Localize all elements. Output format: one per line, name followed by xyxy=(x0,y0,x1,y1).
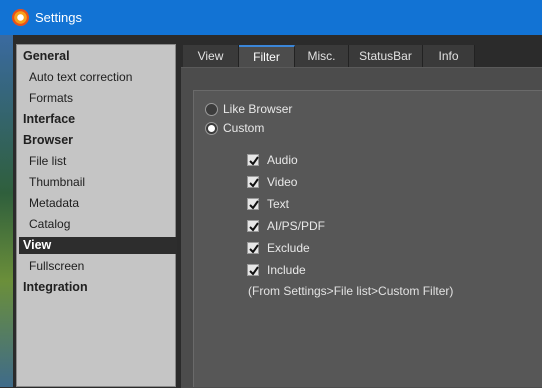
sidebar-item-file-list[interactable]: File list xyxy=(19,153,183,170)
tab-view[interactable]: View xyxy=(183,45,239,67)
checkmark-icon[interactable] xyxy=(247,220,259,232)
settings-category-list[interactable]: General Auto text correction Formats Int… xyxy=(16,44,177,387)
radio-button-selected[interactable] xyxy=(205,122,218,135)
checkbox-label: Video xyxy=(267,175,298,189)
title-bar[interactable]: Settings xyxy=(0,0,542,35)
sidebar-item-thumbnail[interactable]: Thumbnail xyxy=(19,174,183,191)
checkmark-icon[interactable] xyxy=(247,154,259,166)
radio-label: Custom xyxy=(223,121,265,135)
checkbox-label: Audio xyxy=(267,153,298,167)
sidebar-item-metadata[interactable]: Metadata xyxy=(19,195,183,212)
xnview-icon xyxy=(12,9,29,26)
radio-button-unselected[interactable] xyxy=(205,103,218,116)
checkmark-icon[interactable] xyxy=(247,264,259,276)
checkbox-label: Include xyxy=(267,263,306,277)
checkbox-label: Text xyxy=(267,197,290,211)
background-desktop-strip xyxy=(0,35,13,387)
tab-statusbar[interactable]: StatusBar xyxy=(349,45,423,67)
tab-filter[interactable]: Filter xyxy=(239,45,295,67)
sidebar-item-interface[interactable]: Interface xyxy=(19,111,177,128)
window-title: Settings xyxy=(35,10,82,25)
checkbox-label: AI/PS/PDF xyxy=(267,219,326,233)
checkbox-label: Exclude xyxy=(267,241,310,255)
tab-info[interactable]: Info xyxy=(423,45,475,67)
checkmark-icon[interactable] xyxy=(247,176,259,188)
sidebar-item-fullscreen[interactable]: Fullscreen xyxy=(19,258,183,275)
sidebar-item-catalog[interactable]: Catalog xyxy=(19,216,183,233)
sidebar-item-browser[interactable]: Browser xyxy=(19,132,177,149)
custom-filter-note: (From Settings>File list>Custom Filter) xyxy=(248,284,454,298)
checkmark-icon[interactable] xyxy=(247,242,259,254)
checkmark-icon[interactable] xyxy=(247,198,259,210)
tab-misc[interactable]: Misc. xyxy=(295,45,349,67)
radio-label: Like Browser xyxy=(223,102,293,116)
sidebar-item-auto-text-correction[interactable]: Auto text correction xyxy=(19,69,183,86)
sidebar-item-view[interactable]: View xyxy=(19,237,177,254)
sidebar-item-integration[interactable]: Integration xyxy=(19,279,177,296)
tab-bar: View Filter Misc. StatusBar Info xyxy=(183,45,542,67)
sidebar-item-general[interactable]: General xyxy=(19,48,177,65)
sidebar-item-formats[interactable]: Formats xyxy=(19,90,183,107)
